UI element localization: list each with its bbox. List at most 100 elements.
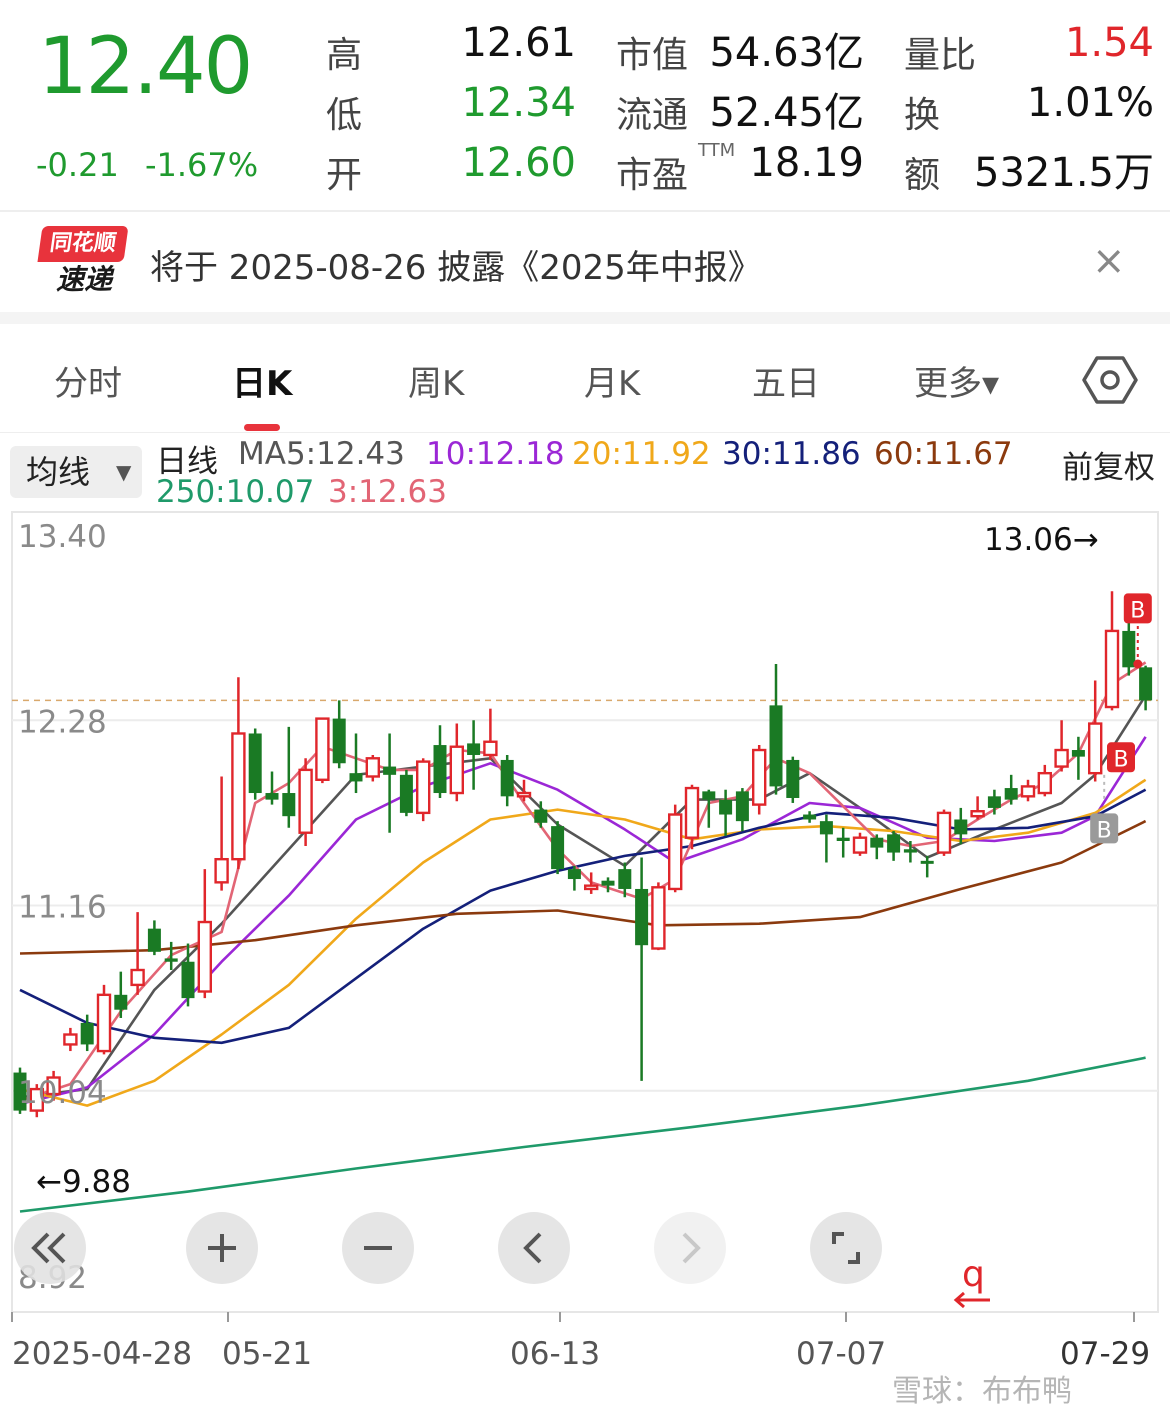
candle-down <box>954 819 968 835</box>
watermark: 雪球：布布鸭 <box>892 1374 1072 1409</box>
ma-line-ma10 <box>19 736 1147 1106</box>
volume-ratio-label: 量比 <box>904 35 977 76</box>
candle-down <box>265 793 279 800</box>
low-value: 12.34 <box>461 80 576 126</box>
candle-up <box>63 1033 78 1046</box>
x-label-end: 07-29 <box>1060 1336 1151 1372</box>
tab-daily-k[interactable]: 日K <box>232 356 292 405</box>
fullscreen-button[interactable] <box>810 1212 882 1284</box>
candle-up <box>197 920 213 993</box>
x-label-2: 05-21 <box>222 1336 313 1372</box>
candle-down <box>870 837 884 848</box>
candle-down <box>769 705 783 787</box>
tab-weekly-k[interactable]: 周K <box>408 356 464 405</box>
y-tick-label: 11.16 <box>18 890 107 926</box>
x-axis-ticks <box>11 1312 1135 1322</box>
candle-down <box>1139 667 1153 701</box>
candle-down <box>987 796 1001 808</box>
candle-down <box>500 759 514 797</box>
candle-down <box>903 849 917 853</box>
tab-monthly-k[interactable]: 月K <box>584 356 640 405</box>
kline-chart[interactable]: 13.4012.2811.1610.048.92 BBB 13.06→ ←9.8… <box>0 508 1170 1338</box>
marker-dot <box>1133 659 1143 669</box>
pe-label: 市盈 <box>616 155 689 196</box>
legend-ma60: 60:11.67 <box>874 436 1013 472</box>
candle-up <box>684 786 700 839</box>
candles <box>13 591 1153 1118</box>
forward-adjust-toggle[interactable]: 前复权 <box>1062 442 1155 487</box>
open-label: 开 <box>326 155 363 196</box>
change-value: -0.21 <box>36 146 119 184</box>
candle-up <box>668 813 683 891</box>
legend-ma20: 20:11.92 <box>572 436 711 472</box>
candle-down <box>702 791 716 800</box>
candle-up <box>516 791 532 798</box>
candle-down <box>1122 630 1136 668</box>
candle-down <box>836 837 850 841</box>
candle-up <box>970 810 985 818</box>
rewind-all-button[interactable] <box>14 1212 86 1284</box>
ths-express-logo: 同花顺 速递 <box>37 226 129 296</box>
candle-down <box>399 774 413 813</box>
buy-marker-label: B <box>1130 598 1145 623</box>
amount-label: 额 <box>904 155 941 196</box>
trade-markers: B B B <box>1090 593 1152 844</box>
ma-indicator-dropdown[interactable]: 均线 ▼ <box>10 446 142 498</box>
header-divider <box>0 210 1170 212</box>
candle-up <box>315 717 330 781</box>
moving-average-lines <box>19 661 1147 1213</box>
high-value: 12.61 <box>461 20 576 66</box>
logo-top-text: 同花顺 <box>37 226 129 262</box>
candle-down <box>147 928 161 952</box>
svg-text:q: q <box>962 1254 985 1295</box>
ma-dropdown-label: 均线 <box>26 453 91 491</box>
x-label-3: 06-13 <box>510 1336 601 1372</box>
candle-up <box>365 757 380 778</box>
plus-icon <box>208 1234 236 1262</box>
chevron-down-icon: ▼ <box>116 460 132 484</box>
zoom-out-button[interactable] <box>342 1212 414 1284</box>
logo-bottom-text: 速递 <box>55 263 112 296</box>
candle-up <box>298 768 313 834</box>
report-notice[interactable]: 将于 2025-08-26 披露《2025年中报》 <box>150 240 762 289</box>
candle-down <box>1071 750 1085 757</box>
close-icon[interactable]: × <box>1092 238 1126 284</box>
fullscreen-icon <box>832 1232 860 1264</box>
chevron-left-icon <box>523 1232 542 1264</box>
candle-down <box>114 994 128 1010</box>
price-change: -0.21 -1.67% <box>36 146 258 184</box>
candle-up <box>752 748 767 806</box>
next-button[interactable] <box>654 1212 726 1284</box>
ma-line-ma250 <box>19 1056 1146 1213</box>
mktcap-value: 54.63亿 <box>709 30 864 76</box>
chevron-right-icon <box>682 1232 701 1264</box>
candle-down <box>803 814 817 820</box>
legend-ma5: MA5:12.43 <box>238 436 405 472</box>
back-to-latest-icon[interactable]: q <box>953 1254 990 1309</box>
minus-icon <box>364 1246 392 1250</box>
candle-down <box>80 1022 94 1045</box>
candle-down <box>467 743 481 755</box>
candle-up <box>1037 771 1053 795</box>
candle-down <box>551 826 565 870</box>
candle-down <box>332 718 346 764</box>
previous-button[interactable] <box>498 1212 570 1284</box>
candle-down <box>735 791 749 822</box>
tab-more[interactable]: 更多▾ <box>914 356 999 405</box>
settings-hexagon-icon[interactable] <box>1082 352 1138 408</box>
candle-up <box>1087 722 1103 775</box>
candle-up <box>1104 629 1120 709</box>
zoom-in-button[interactable] <box>186 1212 258 1284</box>
tab-intraday[interactable]: 分时 <box>54 356 122 405</box>
candle-up <box>231 732 246 861</box>
active-tab-indicator <box>244 424 280 431</box>
candle-down <box>433 745 447 794</box>
candle-up <box>1020 785 1036 798</box>
y-tick-label: 12.28 <box>18 704 107 740</box>
y-tick-label: 13.40 <box>18 519 107 555</box>
legend-ma250: 250:10.07 <box>156 474 315 510</box>
candle-down <box>786 759 800 798</box>
last-price: 12.40 <box>38 22 253 112</box>
tab-five-day[interactable]: 五日 <box>752 356 820 405</box>
candle-down <box>383 766 397 775</box>
